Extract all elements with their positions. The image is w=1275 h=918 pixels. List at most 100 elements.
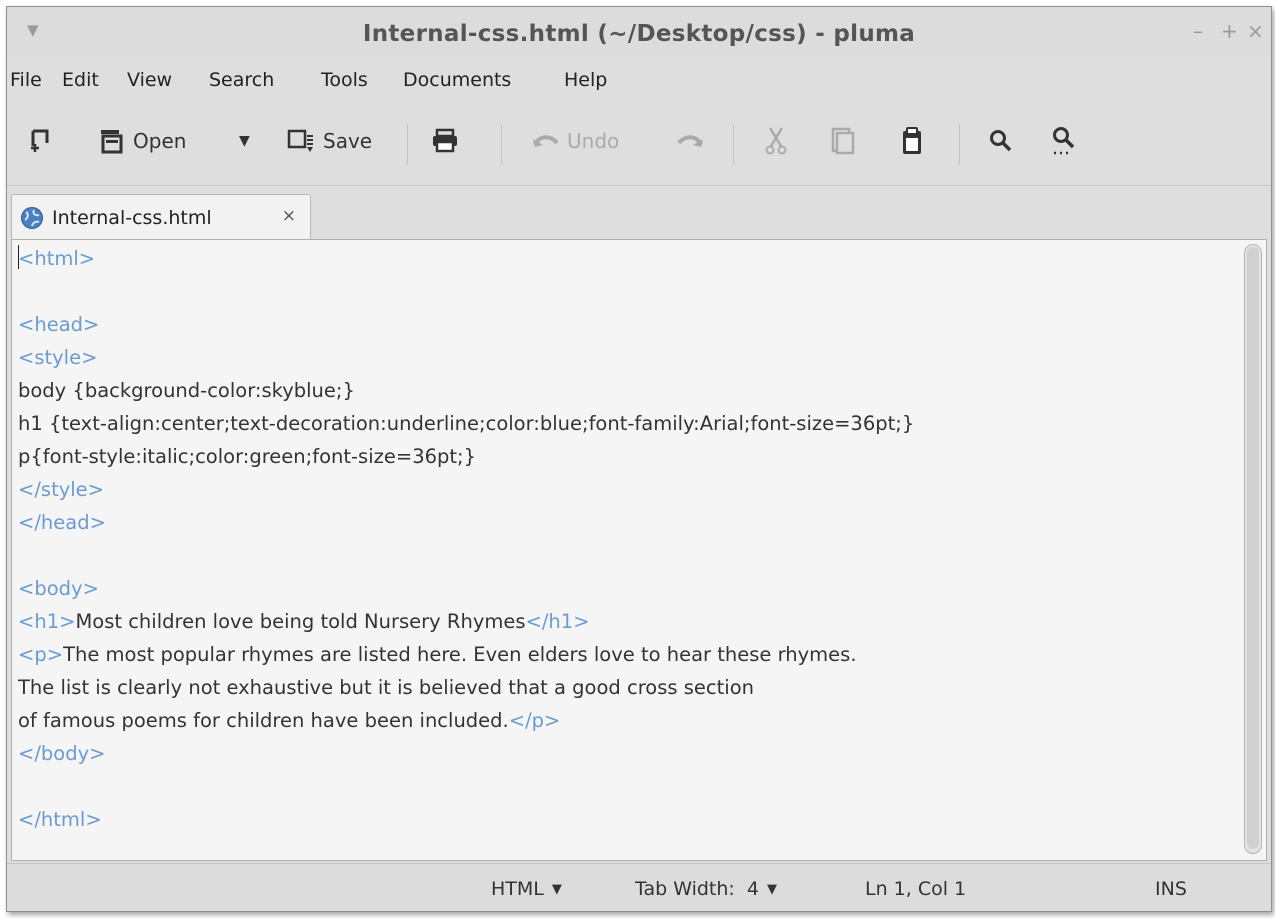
open-label: Open	[133, 129, 187, 153]
code-line[interactable]: <style>	[18, 341, 1226, 374]
pluma-window: ▼ Internal-css.html (~/Desktop/css) - pl…	[6, 6, 1272, 912]
scrollbar-thumb[interactable]	[1247, 247, 1259, 849]
html-tag-token: <p>	[18, 643, 64, 666]
toolbar-separator	[733, 125, 734, 165]
code-line[interactable]: h1 {text-align:center;text-decoration:un…	[18, 407, 1226, 440]
toolbar-separator	[959, 125, 960, 165]
chevron-down-icon: ▼	[239, 133, 250, 149]
code-line[interactable]: <head>	[18, 308, 1226, 341]
save-icon	[287, 129, 313, 152]
code-line[interactable]: </body>	[18, 737, 1226, 770]
language-label: HTML	[491, 878, 544, 900]
code-line[interactable]	[18, 770, 1226, 803]
code-line[interactable]: <html>	[18, 242, 1226, 275]
text-token: of famous poems for children have been i…	[18, 709, 509, 732]
find-button[interactable]	[989, 111, 1013, 171]
html-tag-token: <html>	[18, 247, 96, 270]
html-tag-token: </body>	[18, 742, 106, 765]
undo-icon	[533, 135, 559, 147]
close-window-button[interactable]: ×	[1247, 19, 1264, 43]
toolbar-separator	[407, 125, 408, 165]
vertical-scrollbar[interactable]	[1244, 244, 1262, 854]
code-line[interactable]: <h1>Most children love being told Nurser…	[18, 605, 1226, 638]
code-line[interactable]: </html>	[18, 803, 1226, 836]
replace-button[interactable]	[1051, 111, 1077, 171]
text-token: Most children love being told Nursery Rh…	[75, 610, 526, 633]
document-tab-strip: Internal-css.html ×	[7, 185, 1271, 240]
language-selector[interactable]: HTML ▼	[491, 878, 562, 900]
folder-open-icon	[101, 130, 123, 154]
text-token: body {background-color:skyblue;}	[18, 379, 355, 402]
tab-width-label: Tab Width: 4	[635, 878, 759, 900]
text-token: h1 {text-align:center;text-decoration:un…	[18, 412, 915, 435]
html-tag-token: </h1>	[525, 610, 590, 633]
undo-label: Undo	[567, 129, 620, 153]
menu-help[interactable]: Help	[564, 69, 607, 91]
code-line[interactable]: of famous poems for children have been i…	[18, 704, 1226, 737]
insert-mode: INS	[1155, 878, 1187, 900]
copy-icon	[831, 127, 855, 155]
open-recent-dropdown[interactable]: ▼	[239, 111, 250, 171]
code-line[interactable]: </style>	[18, 473, 1226, 506]
code-line[interactable]	[18, 275, 1226, 308]
save-button[interactable]: Save	[287, 111, 372, 171]
clipboard-icon	[903, 127, 921, 154]
html-tag-token: </head>	[18, 511, 106, 534]
html-file-icon	[21, 206, 43, 229]
chevron-down-icon: ▼	[551, 882, 562, 897]
printer-icon	[433, 128, 457, 153]
copy-button[interactable]	[831, 111, 855, 171]
code-line[interactable]: The list is clearly not exhaustive but i…	[18, 671, 1226, 704]
text-token: The most popular rhymes are listed here.…	[63, 643, 857, 666]
code-line[interactable]: </head>	[18, 506, 1226, 539]
cut-button[interactable]	[765, 111, 787, 171]
html-tag-token: <head>	[18, 313, 100, 336]
html-tag-token: </style>	[18, 478, 105, 501]
menu-view[interactable]: View	[127, 69, 172, 91]
text-editor[interactable]: <html> <head> <style> body {background-colo…	[11, 239, 1267, 861]
code-line[interactable]	[18, 539, 1226, 572]
scissors-icon	[765, 127, 787, 155]
text-token: The list is clearly not exhaustive but i…	[18, 676, 754, 699]
menu-edit[interactable]: Edit	[62, 69, 99, 91]
toolbar-separator	[501, 125, 502, 165]
menu-bar: File Edit View Search Tools Documents He…	[7, 59, 1271, 99]
code-line[interactable]: <p>The most popular rhymes are listed he…	[18, 638, 1226, 671]
html-tag-token: <style>	[18, 346, 98, 369]
menu-file[interactable]: File	[10, 69, 42, 91]
code-line[interactable]: <body>	[18, 572, 1226, 605]
minimize-button[interactable]: –	[1193, 19, 1203, 43]
search-icon	[990, 130, 1012, 152]
html-tag-token: </html>	[18, 808, 102, 831]
tab-width-selector[interactable]: Tab Width: 4 ▼	[635, 878, 777, 900]
html-tag-token: </p>	[508, 709, 561, 732]
menu-tools[interactable]: Tools	[321, 69, 368, 91]
close-tab-icon[interactable]: ×	[282, 206, 296, 226]
tab-label: Internal-css.html	[52, 206, 212, 229]
paste-button[interactable]	[901, 111, 923, 171]
undo-button[interactable]: Undo	[531, 111, 619, 171]
menu-documents[interactable]: Documents	[403, 69, 511, 91]
code-line[interactable]: body {background-color:skyblue;}	[18, 374, 1226, 407]
html-tag-token: <h1>	[18, 610, 76, 633]
new-button[interactable]	[29, 111, 53, 171]
chevron-down-icon: ▼	[766, 882, 777, 897]
redo-icon	[677, 135, 703, 147]
open-button[interactable]: Open	[99, 111, 186, 171]
redo-button[interactable]	[677, 111, 705, 171]
maximize-button[interactable]: +	[1221, 19, 1238, 43]
code-content[interactable]: <html> <head> <style> body {background-colo…	[18, 242, 1226, 836]
tab-internal-css[interactable]: Internal-css.html ×	[11, 194, 311, 240]
text-token: p{font-style:italic;color:green;font-siz…	[18, 445, 477, 468]
window-title: Internal-css.html (~/Desktop/css) - plum…	[362, 21, 916, 47]
title-bar[interactable]: ▼ Internal-css.html (~/Desktop/css) - pl…	[7, 7, 1271, 57]
print-button[interactable]	[431, 111, 459, 171]
status-bar: HTML ▼ Tab Width: 4 ▼ Ln 1, Col 1 INS	[7, 863, 1271, 911]
new-document-icon	[31, 129, 49, 152]
save-label: Save	[323, 129, 373, 153]
menu-search[interactable]: Search	[209, 69, 274, 91]
toolbar: Open ▼ Save Undo	[7, 111, 1271, 177]
search-replace-icon	[1053, 127, 1075, 155]
code-line[interactable]: p{font-style:italic;color:green;font-siz…	[18, 440, 1226, 473]
html-tag-token: <body>	[18, 577, 99, 600]
